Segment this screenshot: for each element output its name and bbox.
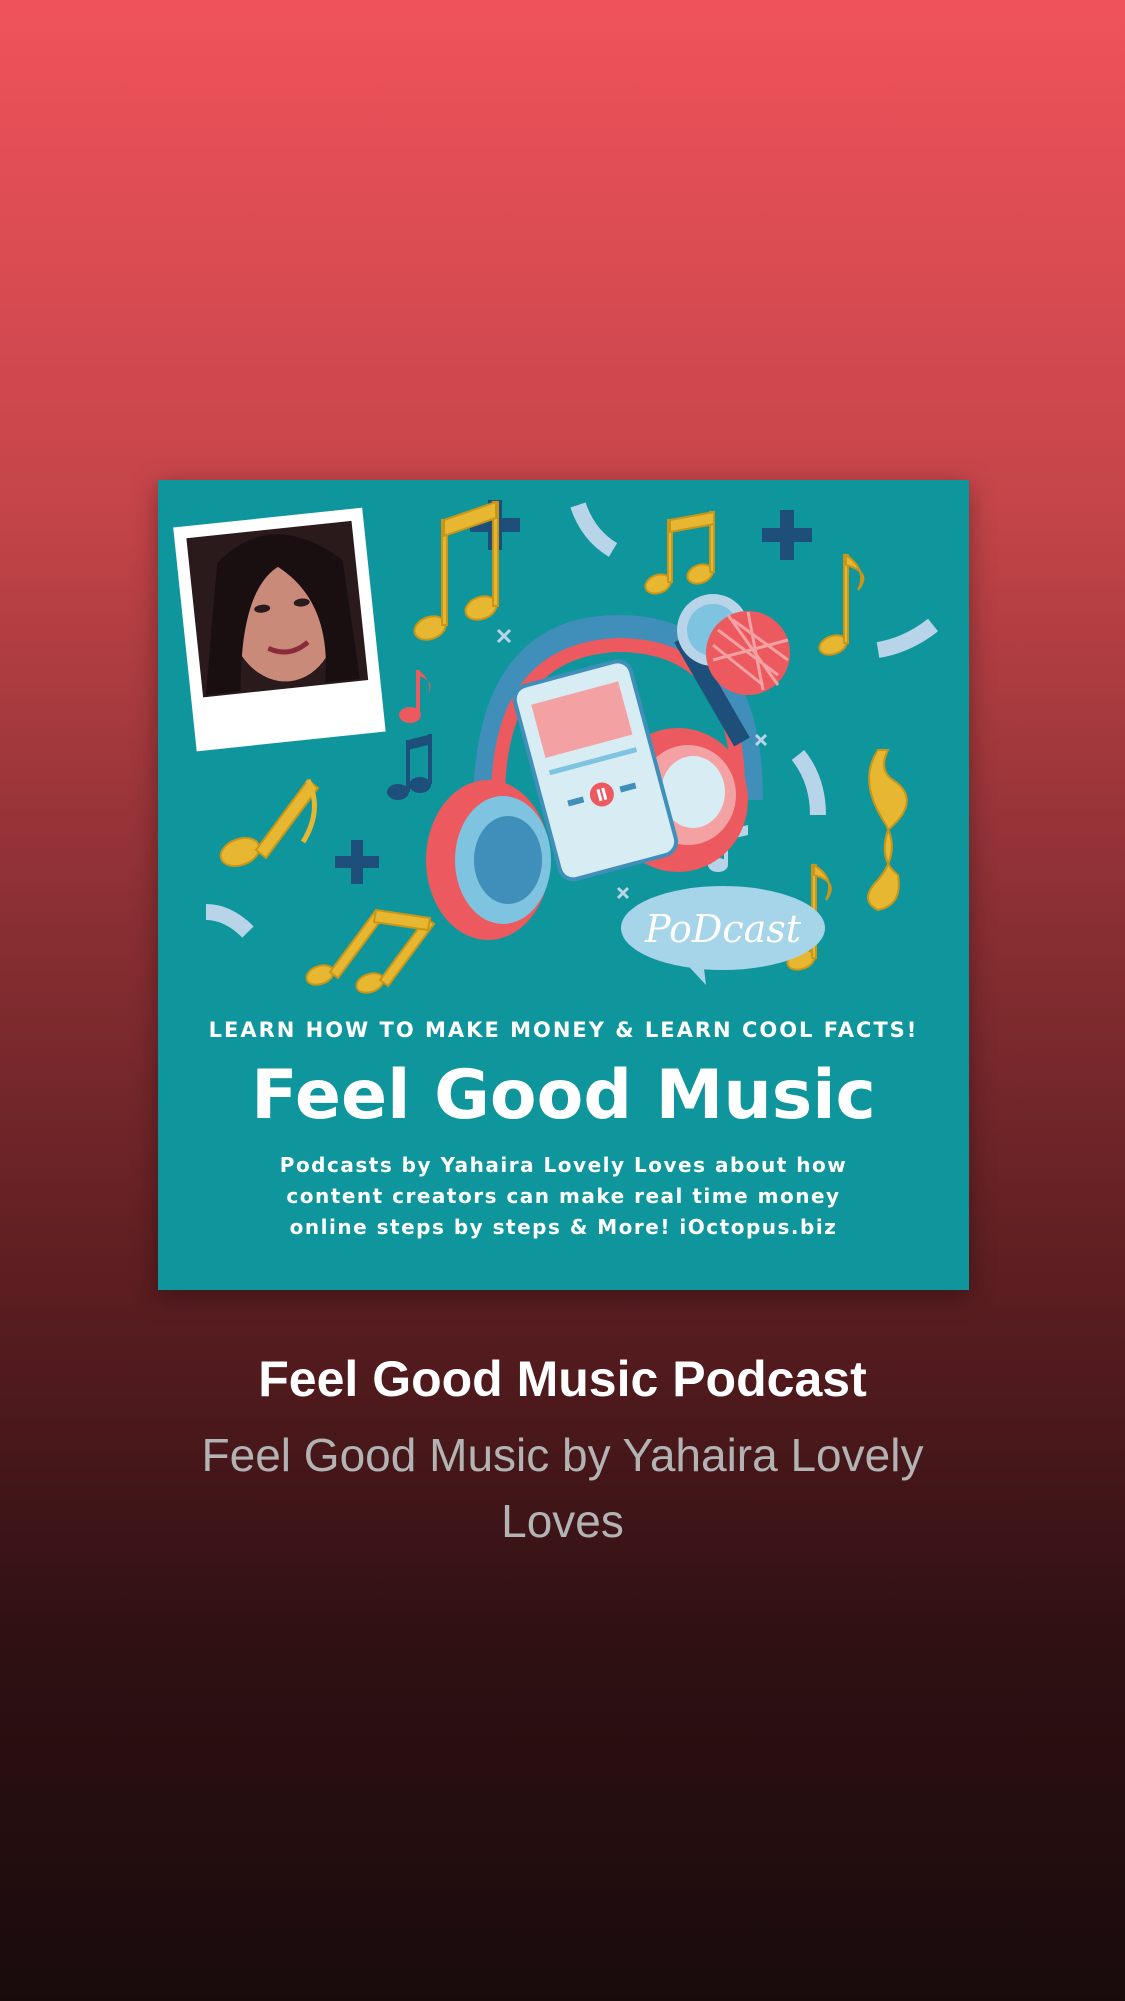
cover-tagline: LEARN HOW TO MAKE MONEY & LEARN COOL FAC… [208, 1018, 919, 1042]
red-music-note [399, 670, 431, 723]
cover-title: Feel Good Music [251, 1056, 876, 1135]
show-name[interactable]: Feel Good Music by Yahaira Lovely Loves [150, 1422, 975, 1554]
microphone-illustration [674, 594, 790, 747]
cover-illustration: PoDcast [173, 500, 938, 994]
host-photo [173, 507, 386, 752]
episode-title[interactable]: Feel Good Music Podcast [0, 1350, 1125, 1408]
podcast-cover-art: PoDcast LEARN HOW TO MAKE MONEY & LEARN … [158, 480, 969, 1290]
podcast-bubble-label: PoDcast [644, 907, 802, 951]
cover-description: Podcasts by Yahaira Lovely Loves about h… [279, 1153, 848, 1239]
